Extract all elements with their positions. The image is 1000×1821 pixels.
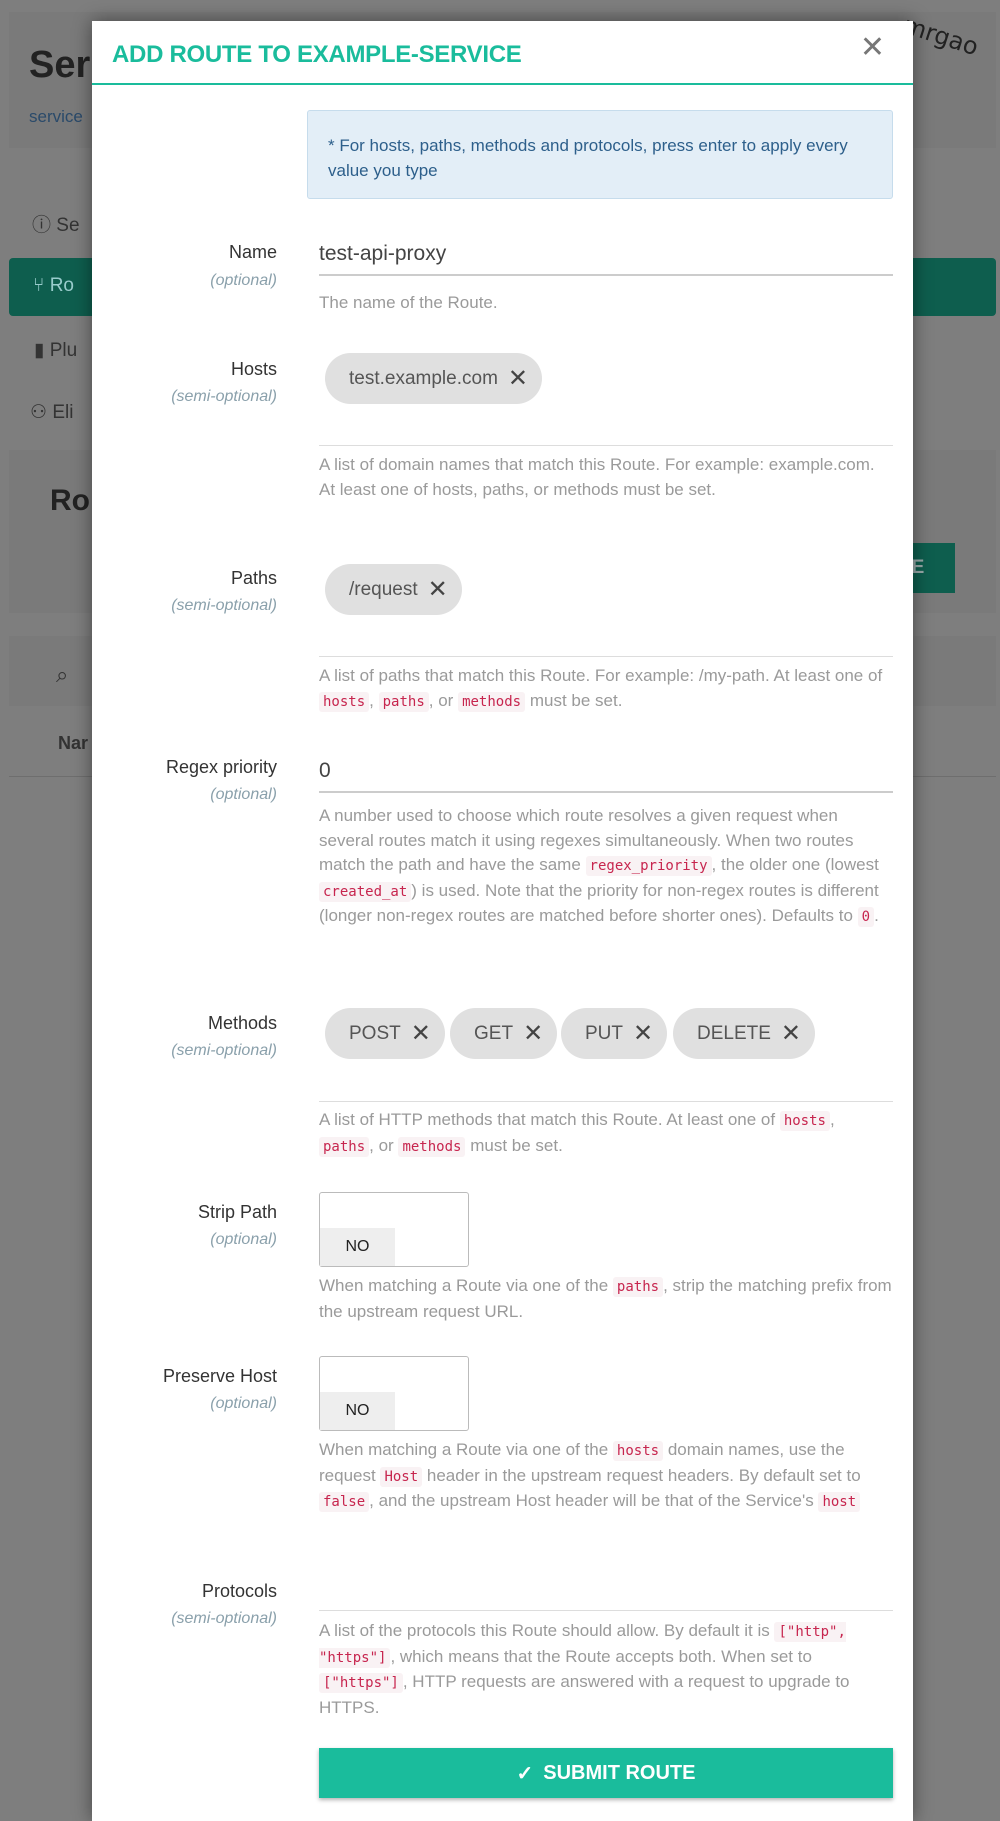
remove-icon[interactable]: ✕ — [781, 1019, 801, 1048]
name-input[interactable]: test-api-proxy — [319, 242, 893, 276]
info-icon: ⓘ — [32, 215, 52, 236]
remove-icon[interactable]: ✕ — [633, 1019, 653, 1048]
submit-route-button[interactable]: ✓ SUBMIT ROUTE — [319, 1748, 893, 1798]
method-chip-post: POST ✕ — [325, 1008, 445, 1059]
paths-help: A list of paths that match this Route. F… — [319, 666, 883, 712]
methods-help: A list of HTTP methods that match this R… — [319, 1110, 835, 1157]
hosts-qualifier: (semi-optional) — [171, 388, 277, 405]
nav-item-service[interactable]: ⓘ Se — [32, 210, 80, 237]
strip-path-label: Strip Path — [197, 1202, 277, 1222]
preserve-host-help: When matching a Route via one of the hos… — [319, 1440, 861, 1512]
info-alert: * For hosts, paths, methods and protocol… — [307, 110, 893, 199]
preserve-host-label: Preserve Host — [162, 1366, 277, 1386]
remove-icon[interactable]: ✕ — [411, 1019, 431, 1048]
page-title: Ser — [29, 44, 91, 86]
method-chip-delete: DELETE ✕ — [673, 1008, 816, 1059]
breadcrumb[interactable]: service — [29, 107, 83, 127]
path-chip: /request ✕ — [325, 564, 462, 615]
remove-icon[interactable]: ✕ — [508, 364, 528, 393]
strip-path-toggle[interactable]: NO — [319, 1192, 469, 1267]
nav-item-plugins[interactable]: ▮ Plu — [34, 339, 77, 362]
hosts-label: Hosts — [230, 359, 277, 379]
check-icon: ✓ — [516, 1762, 534, 1785]
plug-icon: ▮ — [34, 340, 45, 361]
hosts-input[interactable] — [319, 445, 893, 446]
search-icon: ⌕ — [56, 662, 69, 687]
protocols-help: A list of the protocols this Route shoul… — [319, 1621, 850, 1717]
name-label: Name — [228, 242, 277, 262]
regex-help: A number used to choose which route reso… — [319, 806, 879, 927]
strip-path-qualifier: (optional) — [210, 1231, 277, 1248]
remove-icon[interactable]: ✕ — [428, 575, 448, 604]
methods-label: Methods — [207, 1013, 277, 1033]
name-qualifier: (optional) — [210, 272, 277, 289]
table-header-name: Nar — [58, 733, 89, 753]
protocols-label: Protocols — [201, 1581, 277, 1601]
preserve-host-qualifier: (optional) — [210, 1395, 277, 1412]
method-chip-get: GET ✕ — [450, 1008, 558, 1059]
add-route-modal: ADD ROUTE TO EXAMPLE-SERVICE ✕ * For hos… — [92, 21, 913, 1821]
modal-title: ADD ROUTE TO EXAMPLE-SERVICE — [112, 41, 522, 68]
strip-path-help: When matching a Route via one of the pat… — [319, 1276, 892, 1321]
routes-icon: ⑂ — [33, 275, 45, 296]
nav-item-eligible[interactable]: ⚇ Eli — [30, 401, 73, 424]
paths-input[interactable] — [319, 656, 893, 657]
regex-priority-input[interactable]: 0 — [319, 759, 893, 793]
regex-qualifier: (optional) — [210, 786, 277, 803]
protocols-input[interactable] — [319, 1610, 893, 1611]
method-chip-put: PUT ✕ — [561, 1008, 668, 1059]
methods-input[interactable] — [319, 1101, 893, 1102]
remove-icon[interactable]: ✕ — [523, 1019, 543, 1048]
protocols-qualifier: (semi-optional) — [171, 1610, 277, 1627]
close-icon[interactable]: ✕ — [860, 33, 885, 63]
name-help: The name of the Route. — [319, 293, 498, 312]
hosts-help: A list of domain names that match this R… — [319, 455, 875, 499]
paths-qualifier: (semi-optional) — [171, 597, 277, 614]
section-title: Ro — [50, 484, 90, 517]
regex-label: Regex priority — [165, 757, 277, 777]
methods-qualifier: (semi-optional) — [171, 1042, 277, 1059]
preserve-host-toggle[interactable]: NO — [319, 1356, 469, 1431]
host-chip: test.example.com ✕ — [325, 353, 543, 404]
paths-label: Paths — [230, 568, 277, 588]
users-icon: ⚇ — [30, 402, 48, 423]
modal-header: ADD ROUTE TO EXAMPLE-SERVICE ✕ — [92, 21, 913, 85]
